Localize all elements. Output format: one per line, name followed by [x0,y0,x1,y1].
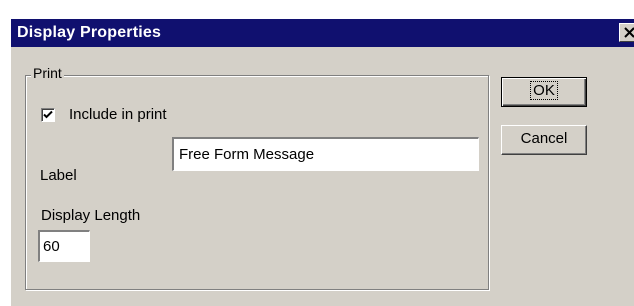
include-in-print-checkbox[interactable] [41,108,55,122]
print-group-legend: Print [31,65,64,81]
include-in-print-label[interactable]: Include in print [69,106,167,123]
display-properties-dialog: Display Properties Print Include in prin… [10,18,634,306]
cancel-button[interactable]: Cancel [501,125,587,155]
label-field-label: Label [40,167,77,184]
label-input[interactable] [172,137,479,171]
display-length-input[interactable] [38,230,90,262]
display-length-label: Display Length [41,207,141,224]
title-bar[interactable]: Display Properties [11,19,634,47]
checkmark-icon [43,110,53,119]
dialog-title: Display Properties [17,24,162,41]
close-icon [624,27,634,38]
ok-button-label: OK [530,81,558,100]
close-button[interactable] [619,23,634,42]
ok-button[interactable]: OK [501,77,587,107]
